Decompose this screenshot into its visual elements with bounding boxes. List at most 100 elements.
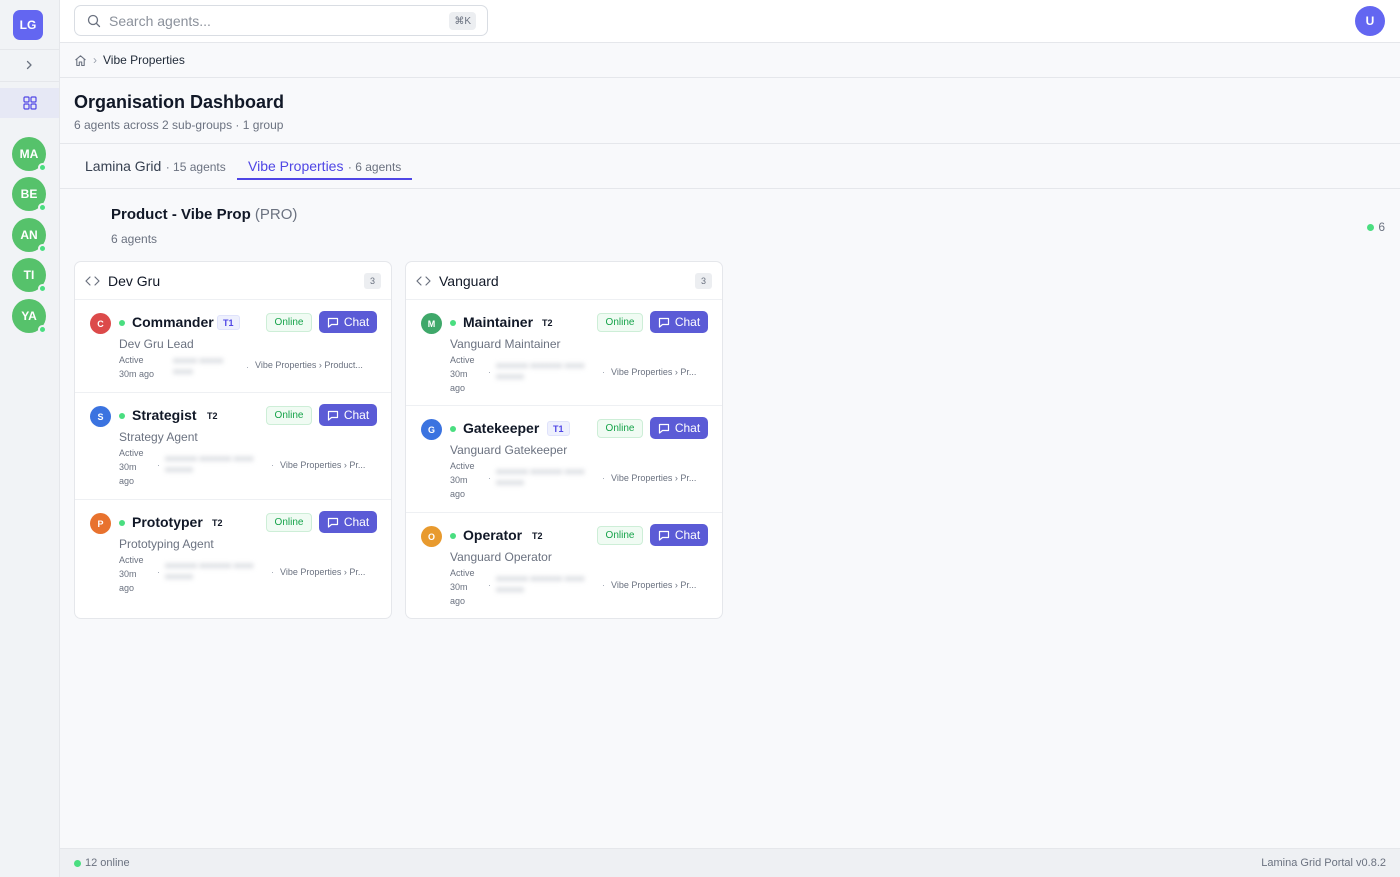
agent-row-prototyper[interactable]: P Prototyper T2 Online Chat Prototyping …	[75, 500, 391, 612]
tier-badge: T2	[542, 317, 553, 328]
sidebar-divider	[0, 81, 59, 82]
breadcrumb-separator: ›	[93, 53, 97, 67]
online-dot	[38, 203, 47, 212]
agent-activity: Active 30m ago	[450, 461, 475, 499]
group-title[interactable]: Product - Vibe Prop (PRO)	[111, 206, 297, 223]
agent-path: Vibe Properties › Pr...	[611, 473, 697, 483]
chat-button[interactable]: Chat	[319, 511, 377, 533]
tier-badge: T2	[532, 530, 543, 541]
separator-dot: ·	[602, 473, 605, 483]
avatar-initials: AN	[20, 228, 38, 242]
code-icon	[416, 275, 431, 286]
agent-role: Vanguard Operator	[450, 550, 552, 564]
avatar-initial: P	[97, 518, 104, 529]
sidebar-avatar-ya[interactable]: YA	[12, 299, 47, 334]
sidebar-avatar-an[interactable]: AN	[12, 218, 47, 253]
online-dot	[38, 244, 47, 253]
agent-name[interactable]: Strategist	[132, 407, 197, 423]
page-subtitle: 6 agents across 2 sub-groups · 1 group	[74, 118, 284, 132]
separator-dot: ·	[488, 367, 491, 377]
top-bar: ⌘K U	[60, 0, 1400, 43]
status-badge: Online	[266, 406, 312, 425]
app-version: Lamina Grid Portal v0.8.2	[1261, 857, 1386, 869]
redacted-text: xxxxxxxx xxxxxxxx xxxxx xxxxxxx	[165, 454, 254, 474]
agent-role: Strategy Agent	[119, 430, 198, 444]
avatar-initial: S	[97, 411, 104, 422]
chat-button[interactable]: Chat	[319, 404, 377, 426]
active-tab-indicator	[237, 178, 412, 180]
status-badge: Online	[266, 313, 312, 332]
breadcrumb: › Vibe Properties	[60, 43, 1400, 78]
search-box[interactable]: ⌘K	[74, 5, 488, 36]
chat-button[interactable]: Chat	[650, 524, 708, 546]
home-icon[interactable]	[74, 54, 87, 67]
sidebar-avatar-ti[interactable]: TI	[12, 258, 47, 293]
grid-icon	[22, 96, 37, 110]
chat-icon	[658, 423, 669, 434]
tier-badge: T1	[547, 421, 570, 436]
agent-row-maintainer[interactable]: M Maintainer T2 Online Chat Vanguard Mai…	[406, 300, 722, 406]
divider	[60, 188, 1400, 189]
subgroup-card-vanguard: Vanguard 3 M Maintainer T2 Online Chat V…	[405, 261, 723, 619]
agent-avatar: S	[90, 406, 111, 427]
breadcrumb-current: Vibe Properties	[103, 53, 185, 67]
tab-lamina-grid[interactable]: Lamina Grid · 15 agents	[85, 158, 226, 180]
agent-path: Vibe Properties › Pr...	[280, 567, 366, 577]
agent-activity: Active 30m ago	[119, 448, 144, 486]
sidebar-avatar-ma[interactable]: MA	[12, 137, 47, 172]
agent-row-gatekeeper[interactable]: G Gatekeeper T1 Online Chat Vanguard Gat…	[406, 406, 722, 513]
chat-label: Chat	[343, 315, 370, 329]
subgroup-count-badge: 3	[695, 272, 712, 289]
app-logo[interactable]: LG	[13, 10, 43, 40]
agent-name[interactable]: Prototyper	[132, 514, 203, 530]
user-avatar[interactable]: U	[1355, 6, 1385, 36]
online-count: 6	[1378, 220, 1385, 234]
agent-avatar: M	[421, 313, 442, 334]
sidebar-avatar-be[interactable]: BE	[12, 177, 47, 212]
redacted-text: xxxxxxxx xxxxxxxx xxxxx xxxxxxx	[496, 574, 585, 594]
online-dot	[74, 859, 81, 867]
agent-row-strategist[interactable]: S Strategist T2 Online Chat Strategy Age…	[75, 393, 391, 500]
agent-avatar: C	[90, 313, 111, 334]
sidebar-expand-button[interactable]	[20, 56, 38, 74]
agent-row-commander[interactable]: C Commander T1 Online Chat Dev Gru Lead …	[75, 300, 391, 393]
agent-name[interactable]: Gatekeeper	[463, 420, 539, 436]
agent-avatar: P	[90, 513, 111, 534]
online-dot	[450, 320, 456, 326]
online-dot	[119, 413, 125, 419]
online-count: 12 online	[85, 857, 130, 869]
agent-name[interactable]: Maintainer	[463, 314, 533, 330]
subgroup-name: Vanguard	[439, 272, 499, 289]
tab-vibe-properties[interactable]: Vibe Properties · 6 agents	[248, 158, 401, 180]
avatar-initials: MA	[19, 147, 39, 161]
tier-badge: T2	[207, 410, 218, 421]
agent-role: Vanguard Maintainer	[450, 337, 561, 351]
agent-activity: Active 30m ago	[119, 355, 155, 379]
avatar-initials: TI	[23, 268, 35, 282]
search-icon	[87, 14, 101, 27]
avatar-initial: C	[97, 318, 104, 329]
separator-dot: ·	[157, 567, 160, 577]
agent-avatar: O	[421, 526, 442, 547]
separator-dot: ·	[246, 362, 249, 372]
agent-name[interactable]: Operator	[463, 527, 522, 543]
search-input[interactable]	[109, 12, 429, 29]
chat-icon	[658, 530, 669, 541]
separator-dot: ·	[488, 473, 491, 483]
chat-button[interactable]: Chat	[650, 417, 708, 439]
avatar-initial: O	[427, 531, 435, 542]
divider	[60, 143, 1400, 144]
redacted-text: xxxxxxxx xxxxxxxx xxxxx xxxxxxx	[496, 467, 585, 487]
agent-row-operator[interactable]: O Operator T2 Online Chat Vanguard Opera…	[406, 513, 722, 619]
redacted-text: xxxxxx xxxxxx xxxxx	[173, 356, 224, 376]
card-header[interactable]: Dev Gru 3	[75, 262, 391, 300]
chat-label: Chat	[343, 408, 370, 422]
card-header[interactable]: Vanguard 3	[406, 262, 722, 300]
chat-button[interactable]: Chat	[319, 311, 377, 333]
agent-path: Vibe Properties › Pr...	[611, 580, 697, 590]
agent-name[interactable]: Commander	[132, 314, 214, 330]
redacted-text: xxxxxxxx xxxxxxxx xxxxx xxxxxxx	[165, 561, 254, 581]
chat-button[interactable]: Chat	[650, 311, 708, 333]
agent-role: Vanguard Gatekeeper	[450, 443, 568, 457]
dashboard-nav-button[interactable]	[0, 88, 59, 118]
